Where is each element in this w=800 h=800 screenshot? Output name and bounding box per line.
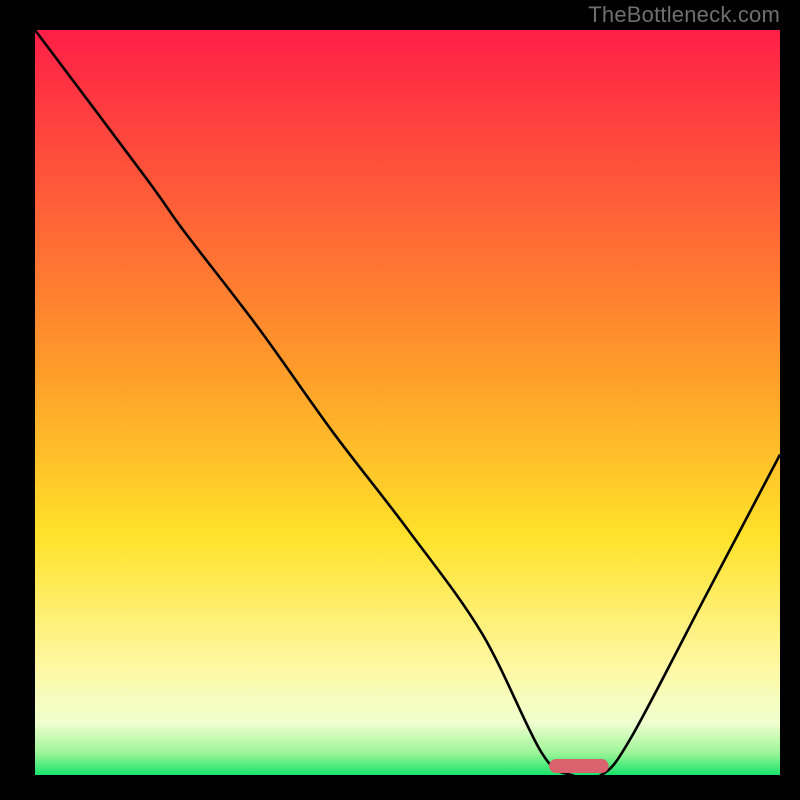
plot-area	[35, 30, 780, 775]
bottleneck-chart	[0, 0, 800, 800]
optimal-marker	[549, 759, 609, 773]
watermark-text: TheBottleneck.com	[588, 2, 780, 28]
chart-frame: TheBottleneck.com	[0, 0, 800, 800]
